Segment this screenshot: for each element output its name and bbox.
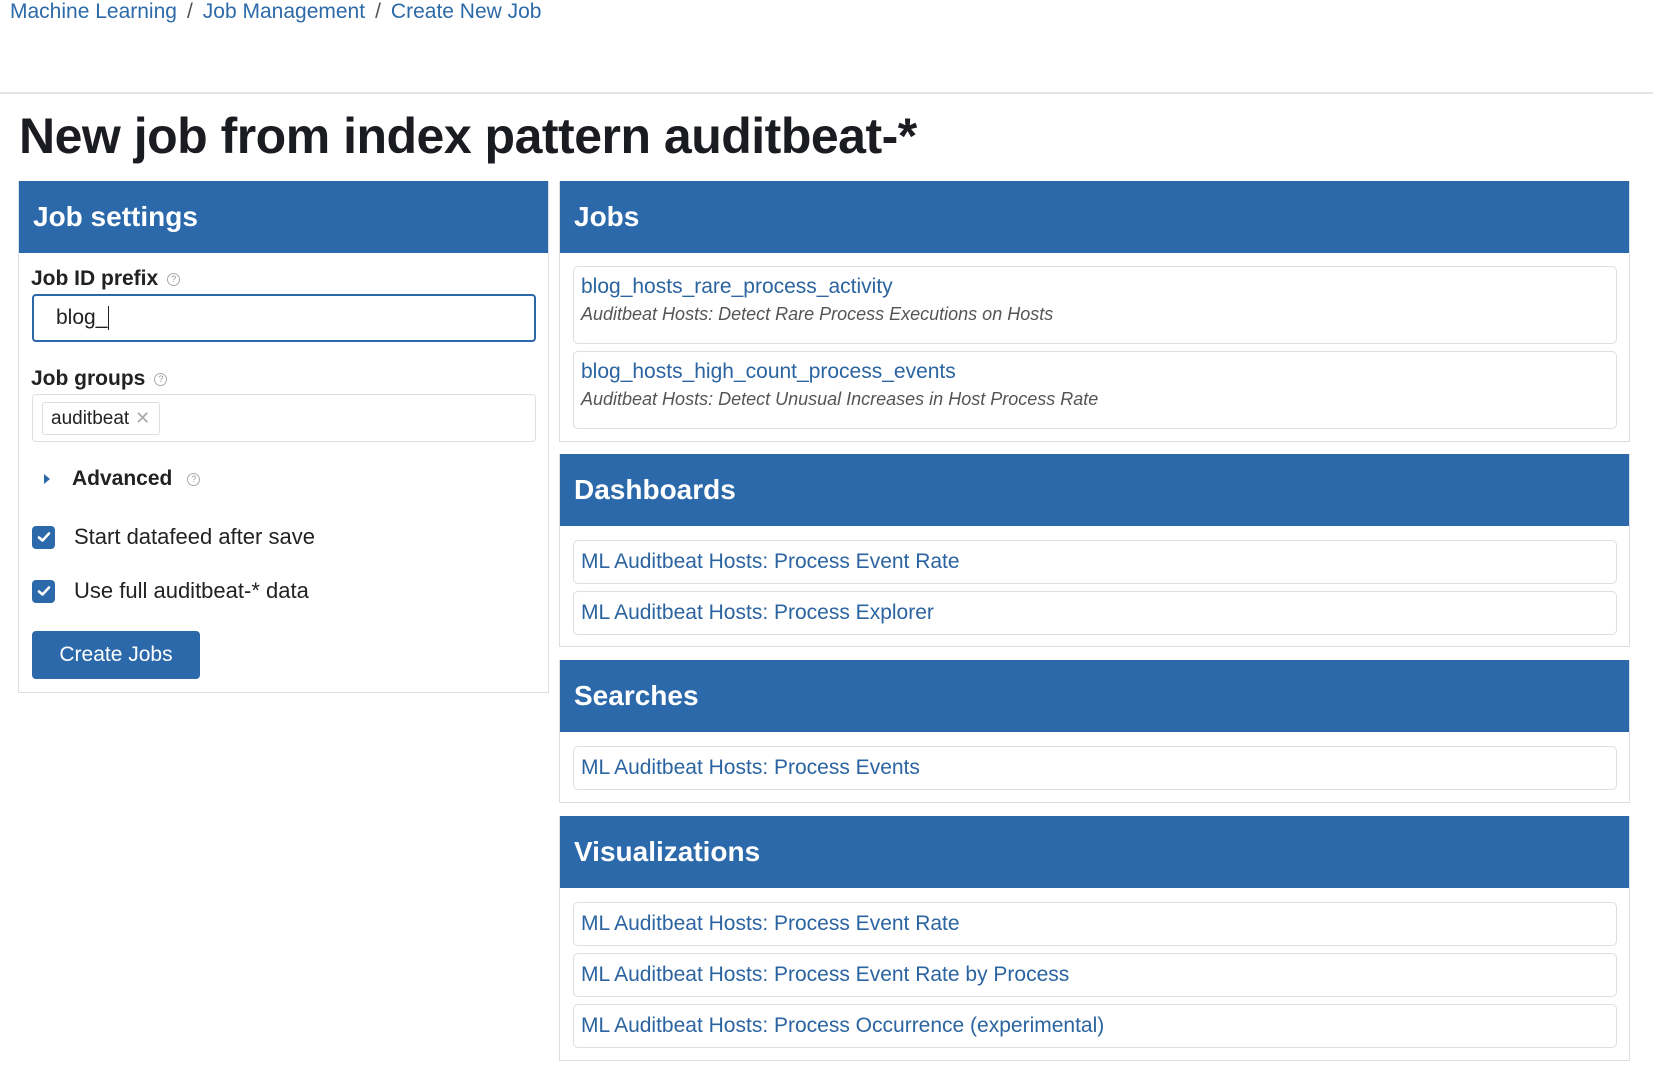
job-settings-header: Job settings [19,181,548,253]
job-group-chip: auditbeat ✕ [42,402,161,435]
search-link[interactable]: ML Auditbeat Hosts: Process Events [581,747,1616,789]
job-description: Auditbeat Hosts: Detect Rare Process Exe… [581,304,1054,324]
start-datafeed-checkbox-row[interactable]: Start datafeed after save [32,524,315,550]
breadcrumb-machine-learning[interactable]: Machine Learning [10,0,177,23]
breadcrumb-separator: / [375,0,381,23]
page-title: New job from index pattern auditbeat-* [19,108,917,164]
header-divider [0,92,1653,94]
text-caret [108,306,110,331]
breadcrumb-separator: / [186,0,193,23]
visualization-link[interactable]: ML Auditbeat Hosts: Process Event Rate b… [581,954,1616,996]
dashboard-link[interactable]: ML Auditbeat Hosts: Process Event Rate [581,541,1616,583]
visualization-item: ML Auditbeat Hosts: Process Event Rate b… [573,953,1617,997]
dashboard-item: ML Auditbeat Hosts: Process Explorer [573,591,1617,635]
visualization-link[interactable]: ML Auditbeat Hosts: Process Occurrence (… [581,1005,1616,1047]
job-groups-input[interactable]: auditbeat ✕ [32,394,536,442]
dashboards-header: Dashboards [560,454,1629,526]
use-full-data-checkbox[interactable] [32,579,55,603]
visualization-link[interactable]: ML Auditbeat Hosts: Process Event Rate [581,903,1616,945]
help-icon[interactable]: ? [167,272,181,286]
searches-panel: Searches ML Auditbeat Hosts: Process Eve… [559,660,1630,803]
visualizations-header: Visualizations [560,816,1629,888]
use-full-data-checkbox-row[interactable]: Use full auditbeat-* data [32,578,309,604]
jobs-header: Jobs [560,181,1629,253]
dashboards-panel: Dashboards ML Auditbeat Hosts: Process E… [559,454,1630,647]
visualizations-panel: Visualizations ML Auditbeat Hosts: Proce… [559,816,1630,1061]
breadcrumb-job-management[interactable]: Job Management [203,0,365,23]
help-icon[interactable]: ? [154,372,168,386]
check-icon [37,586,50,596]
dashboard-item: ML Auditbeat Hosts: Process Event Rate [573,540,1617,584]
breadcrumb-create-new-job[interactable]: Create New Job [391,0,542,23]
job-item: blog_hosts_high_count_process_events Aud… [573,351,1617,429]
close-icon[interactable]: ✕ [135,403,150,434]
job-link[interactable]: blog_hosts_high_count_process_events [581,360,1616,384]
job-item: blog_hosts_rare_process_activity Auditbe… [573,266,1617,344]
search-item: ML Auditbeat Hosts: Process Events [573,746,1617,790]
dashboard-link[interactable]: ML Auditbeat Hosts: Process Explorer [581,592,1616,634]
caret-right-icon [44,474,50,484]
breadcrumb: Machine Learning / Job Management / Create N… [10,0,542,24]
create-jobs-button[interactable]: Create Jobs [32,631,200,679]
check-icon [37,532,50,542]
help-icon[interactable]: ? [187,472,201,486]
start-datafeed-checkbox[interactable] [32,525,55,549]
searches-header: Searches [560,660,1629,732]
job-id-prefix-input[interactable]: blog_ [32,294,536,342]
job-settings-panel: Job settings Job ID prefix ? blog_ Job g… [18,181,549,693]
jobs-panel: Jobs blog_hosts_rare_process_activity Au… [559,181,1630,442]
advanced-toggle[interactable]: Advanced ? [44,467,201,491]
job-groups-label: Job groups ? [31,367,168,391]
visualization-item: ML Auditbeat Hosts: Process Occurrence (… [573,1004,1617,1048]
job-link[interactable]: blog_hosts_rare_process_activity [581,275,1616,299]
visualization-item: ML Auditbeat Hosts: Process Event Rate [573,902,1617,946]
job-id-prefix-label: Job ID prefix ? [31,267,181,291]
job-description: Auditbeat Hosts: Detect Unusual Increase… [581,389,1099,409]
